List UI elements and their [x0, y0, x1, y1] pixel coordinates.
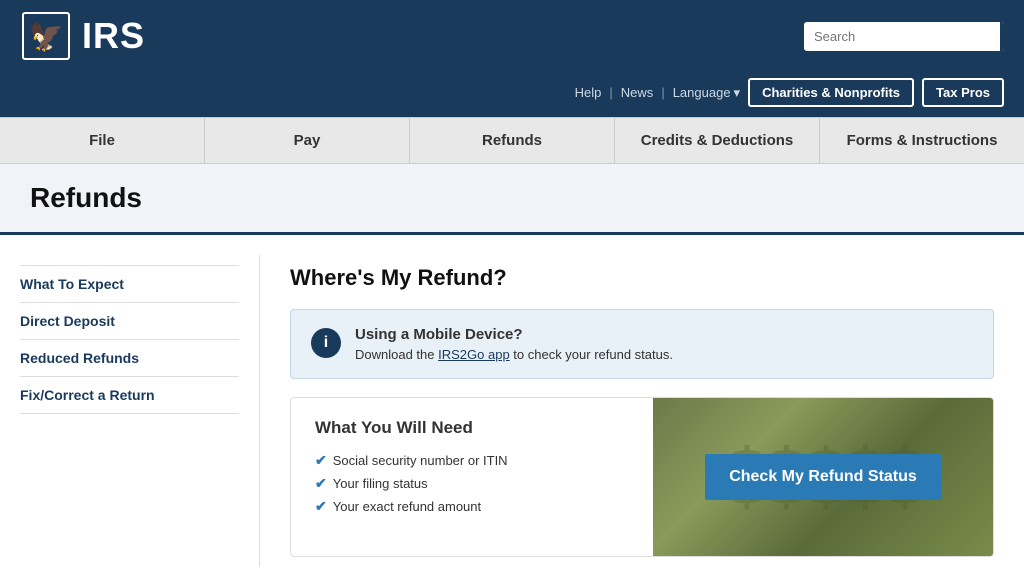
language-selector[interactable]: Language ▾: [673, 85, 740, 101]
separator-2: |: [661, 85, 664, 100]
section-title: Where's My Refund?: [290, 265, 994, 291]
action-box-right: $$$$$ Check My Refund Status: [653, 398, 993, 556]
action-box: What You Will Need ✔ Social security num…: [290, 397, 994, 557]
checklist-item-refund-amount: ✔ Your exact refund amount: [315, 498, 629, 515]
charities-button[interactable]: Charities & Nonprofits: [748, 78, 914, 107]
taxpros-button[interactable]: Tax Pros: [922, 78, 1004, 107]
logo-area: 🦅 IRS: [20, 10, 145, 62]
header-right: 🔍: [804, 22, 1004, 51]
sidebar-item-what-to-expect[interactable]: What To Expect: [20, 265, 239, 303]
checklist: ✔ Social security number or ITIN ✔ Your …: [315, 452, 629, 515]
chevron-down-icon: ▾: [734, 85, 741, 101]
search-input[interactable]: [804, 23, 1000, 50]
check-refund-status-button[interactable]: Check My Refund Status: [705, 454, 941, 500]
check-icon-3: ✔: [315, 498, 327, 515]
header: 🦅 IRS 🔍 Help | News | Language ▾ Chariti…: [0, 0, 1024, 117]
sidebar: What To Expect Direct Deposit Reduced Re…: [0, 255, 260, 567]
action-box-heading: What You Will Need: [315, 418, 629, 438]
check-icon-1: ✔: [315, 452, 327, 469]
main-content: Where's My Refund? i Using a Mobile Devi…: [260, 255, 1024, 567]
check-icon-2: ✔: [315, 475, 327, 492]
search-box[interactable]: 🔍: [804, 22, 1004, 51]
header-top: 🦅 IRS 🔍: [0, 0, 1024, 72]
irs2go-link[interactable]: IRS2Go app: [438, 347, 510, 362]
language-label: Language: [673, 85, 731, 100]
logo-icon: 🦅: [20, 10, 72, 62]
info-box-heading: Using a Mobile Device?: [355, 326, 673, 343]
nav-item-file[interactable]: File: [0, 118, 205, 163]
sidebar-item-reduced-refunds[interactable]: Reduced Refunds: [20, 340, 239, 377]
utility-nav: Help | News | Language ▾ Charities & Non…: [0, 72, 1024, 117]
separator-1: |: [609, 85, 612, 100]
irs-eagle-icon: 🦅: [22, 12, 70, 60]
info-box-text: Using a Mobile Device? Download the IRS2…: [355, 326, 673, 362]
info-text-after-link: to check your refund status.: [510, 347, 673, 362]
checklist-label-1: Social security number or ITIN: [333, 453, 508, 468]
page-title-bar: Refunds: [0, 164, 1024, 235]
sidebar-item-fix-correct[interactable]: Fix/Correct a Return: [20, 377, 239, 414]
checklist-item-filing-status: ✔ Your filing status: [315, 475, 629, 492]
nav-item-pay[interactable]: Pay: [205, 118, 410, 163]
money-background: $$$$$ Check My Refund Status: [653, 398, 993, 556]
info-box-body: Download the IRS2Go app to check your re…: [355, 347, 673, 362]
help-link[interactable]: Help: [575, 85, 602, 100]
search-button[interactable]: 🔍: [1000, 22, 1004, 51]
nav-item-forms[interactable]: Forms & Instructions: [820, 118, 1024, 163]
nav-item-credits[interactable]: Credits & Deductions: [615, 118, 820, 163]
irs-logo-text: IRS: [82, 15, 145, 57]
main-nav: File Pay Refunds Credits & Deductions Fo…: [0, 117, 1024, 164]
info-text-before-link: Download the: [355, 347, 438, 362]
page-title: Refunds: [30, 182, 994, 214]
info-icon: i: [311, 328, 341, 358]
content-area: What To Expect Direct Deposit Reduced Re…: [0, 235, 1024, 587]
checklist-label-2: Your filing status: [333, 476, 428, 491]
action-box-left: What You Will Need ✔ Social security num…: [291, 398, 653, 556]
checklist-item-ssn: ✔ Social security number or ITIN: [315, 452, 629, 469]
mobile-info-box: i Using a Mobile Device? Download the IR…: [290, 309, 994, 379]
checklist-label-3: Your exact refund amount: [333, 499, 481, 514]
nav-item-refunds[interactable]: Refunds: [410, 118, 615, 163]
news-link[interactable]: News: [621, 85, 654, 100]
sidebar-item-direct-deposit[interactable]: Direct Deposit: [20, 303, 239, 340]
